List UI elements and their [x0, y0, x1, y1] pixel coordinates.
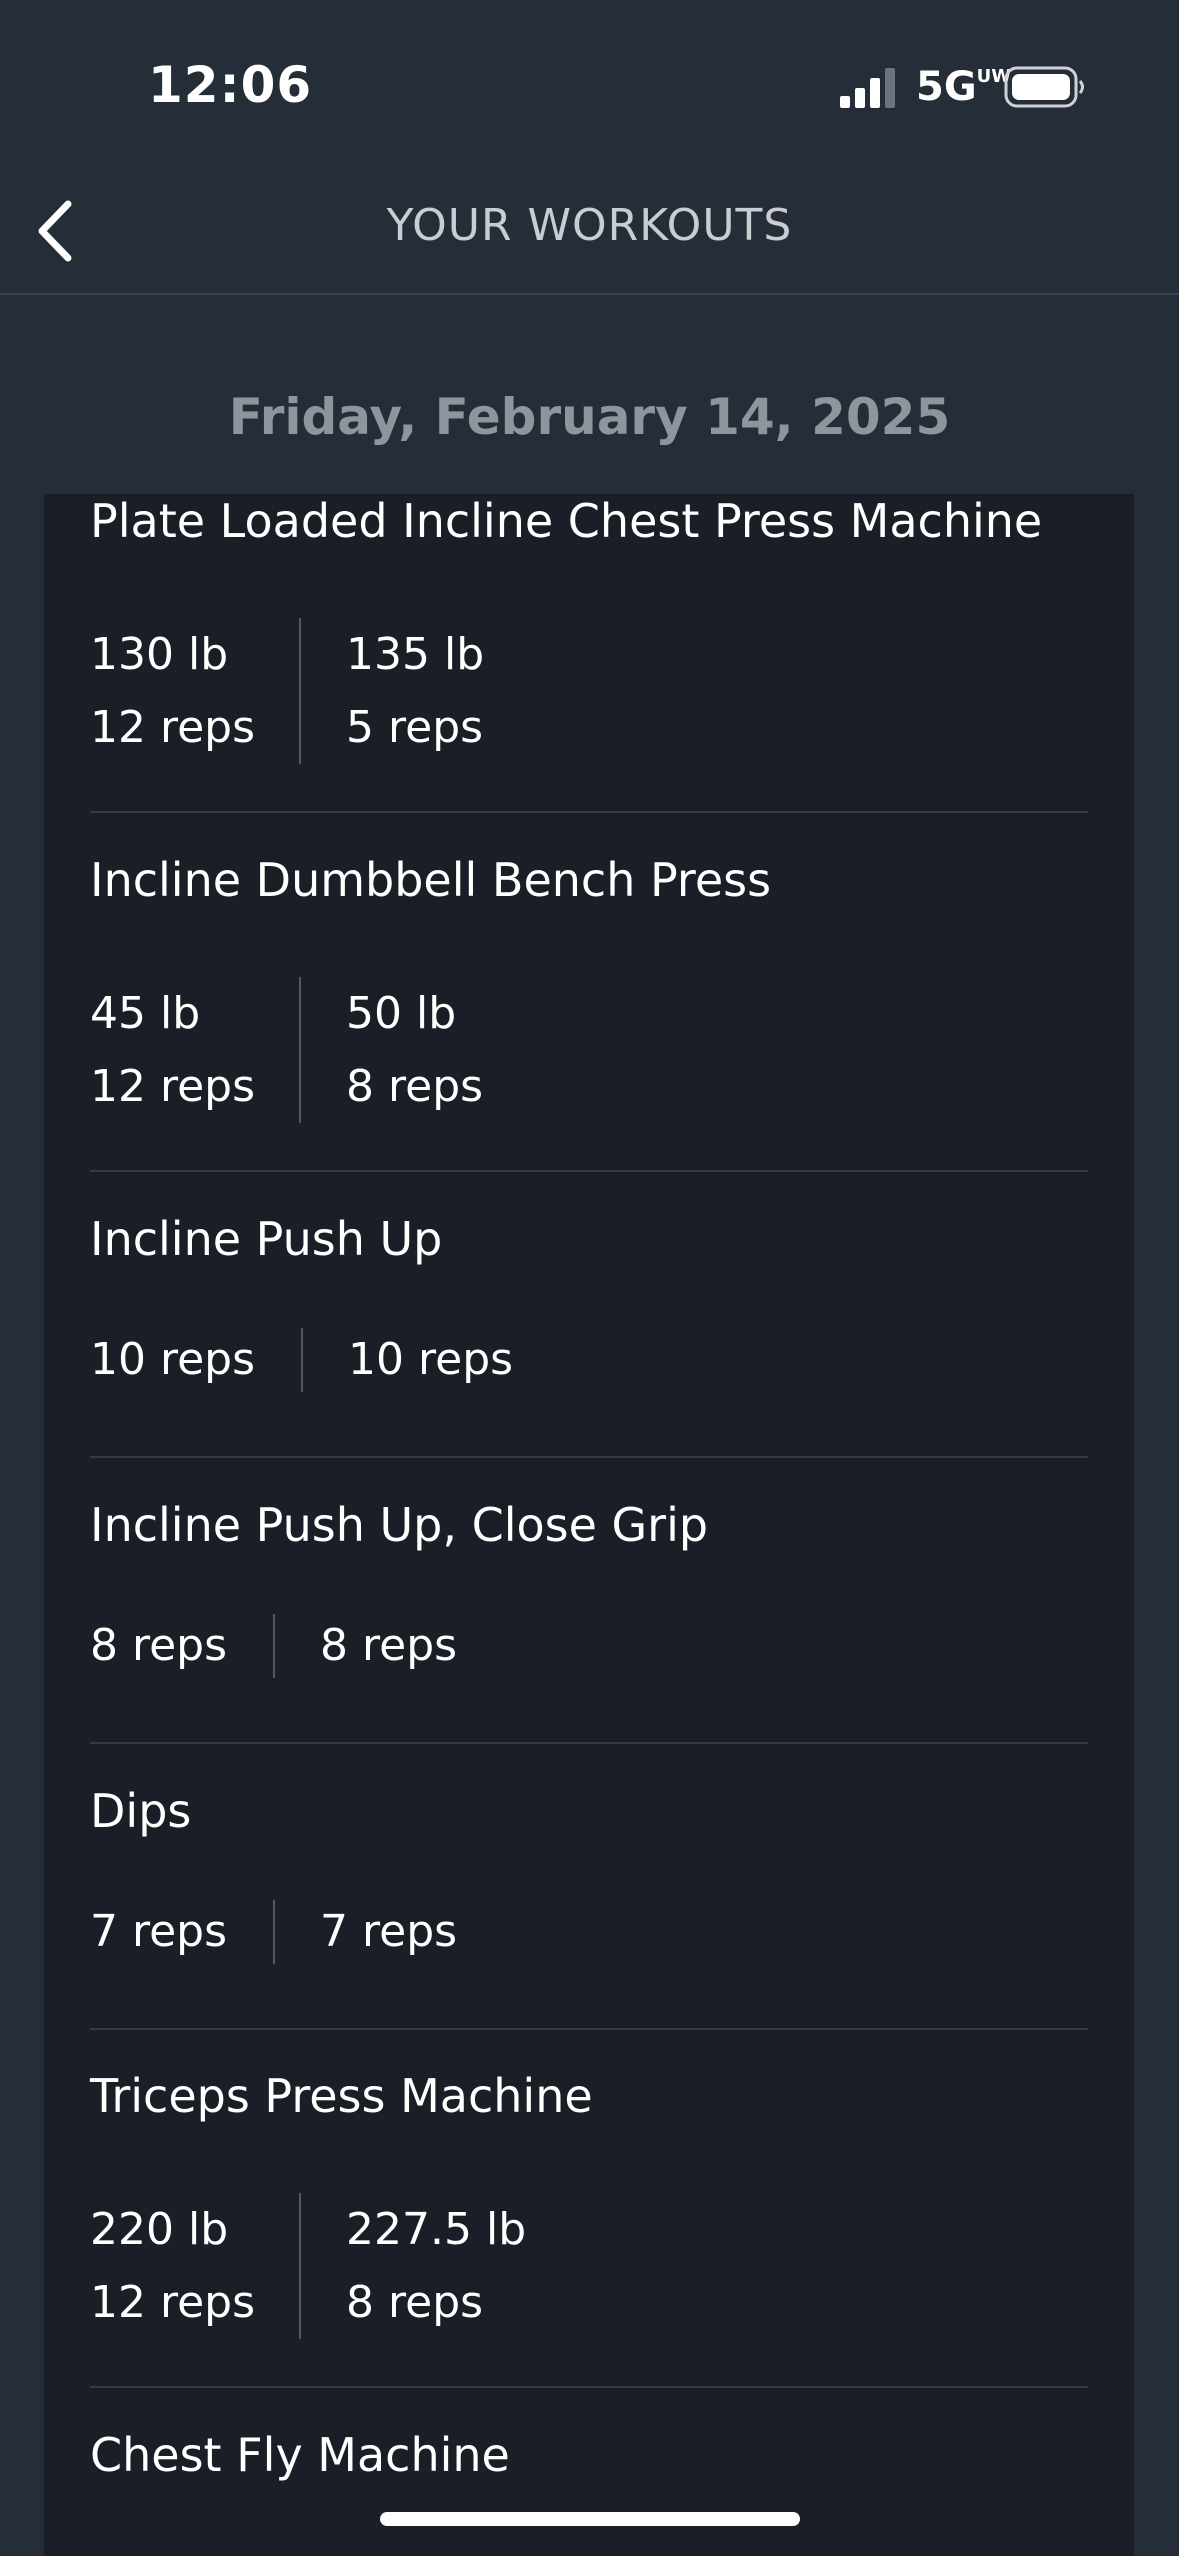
divider	[90, 2028, 1088, 2030]
set-weight: 135 lb	[346, 629, 485, 680]
exercise-item[interactable]: Chest Fly Machine	[90, 2428, 1088, 2556]
exercise-name: Incline Push Up, Close Grip	[90, 1498, 709, 1552]
workout-card: Plate Loaded Incline Chest Press Machine…	[44, 494, 1134, 2556]
set-reps: 7 reps	[90, 1906, 228, 1957]
network-indicator: 5GUW	[916, 64, 1012, 110]
set-weight: 45 lb	[90, 988, 201, 1039]
set-list: 45 lb 12 reps 50 lb 8 reps	[90, 977, 483, 1123]
set-list: 7 reps 7 reps	[90, 1900, 457, 1964]
exercise-name: Chest Fly Machine	[90, 2428, 510, 2482]
status-time: 12:06	[148, 56, 313, 114]
exercise-item[interactable]: Incline Push Up 10 reps 10 reps	[90, 1212, 1088, 1458]
set-reps: 12 reps	[90, 702, 256, 753]
page-title: YOUR WORKOUTS	[386, 200, 793, 251]
set-item: 227.5 lb 8 reps	[301, 2193, 526, 2339]
set-reps: 8 reps	[346, 2277, 484, 2328]
set-reps: 12 reps	[90, 1061, 256, 1112]
battery-icon	[1004, 66, 1084, 108]
set-item: 50 lb 8 reps	[301, 977, 483, 1123]
divider	[90, 2386, 1088, 2388]
exercise-item[interactable]: Incline Push Up, Close Grip 8 reps 8 rep…	[90, 1498, 1088, 1744]
set-item: 45 lb 12 reps	[90, 977, 299, 1123]
set-list: 220 lb 12 reps 227.5 lb 8 reps	[90, 2193, 526, 2339]
set-weight: 220 lb	[90, 2204, 229, 2255]
set-reps: 8 reps	[346, 1061, 484, 1112]
set-reps: 12 reps	[90, 2277, 256, 2328]
set-reps: 5 reps	[346, 702, 484, 753]
divider	[90, 1456, 1088, 1458]
set-reps: 7 reps	[320, 1906, 458, 1957]
set-weight: 130 lb	[90, 629, 229, 680]
date-header: Friday, February 14, 2025	[228, 388, 951, 446]
divider	[90, 1742, 1088, 1744]
set-weight: 50 lb	[346, 988, 457, 1039]
home-indicator[interactable]	[380, 2512, 800, 2526]
exercise-item[interactable]: Incline Dumbbell Bench Press 45 lb 12 re…	[90, 853, 1088, 1172]
exercise-item[interactable]: Plate Loaded Incline Chest Press Machine…	[90, 494, 1088, 813]
set-item: 130 lb 12 reps	[90, 618, 299, 764]
exercise-name: Incline Push Up	[90, 1212, 443, 1266]
exercise-item[interactable]: Triceps Press Machine 220 lb 12 reps 227…	[90, 2069, 1088, 2388]
divider	[90, 811, 1088, 813]
set-list: 130 lb 12 reps 135 lb 5 reps	[90, 618, 484, 764]
set-list: 10 reps 10 reps	[90, 1328, 513, 1392]
set-reps: 10 reps	[90, 1334, 256, 1385]
exercise-name: Plate Loaded Incline Chest Press Machine	[90, 494, 1043, 548]
set-reps: 8 reps	[90, 1620, 228, 1671]
exercise-name: Dips	[90, 1784, 192, 1838]
set-weight: 227.5 lb	[346, 2204, 527, 2255]
divider	[90, 1170, 1088, 1172]
exercise-item[interactable]: Dips 7 reps 7 reps	[90, 1784, 1088, 2030]
set-item: 220 lb 12 reps	[90, 2193, 299, 2339]
navigation-bar: YOUR WORKOUTS	[0, 170, 1179, 295]
set-item: 135 lb 5 reps	[301, 618, 484, 764]
signal-bars-icon	[840, 68, 895, 108]
exercise-name: Triceps Press Machine	[90, 2069, 593, 2123]
status-bar: 12:06 5GUW	[0, 0, 1179, 170]
exercise-name: Incline Dumbbell Bench Press	[90, 853, 772, 907]
set-reps: 8 reps	[320, 1620, 458, 1671]
set-reps: 10 reps	[348, 1334, 514, 1385]
set-list: 8 reps 8 reps	[90, 1614, 457, 1678]
